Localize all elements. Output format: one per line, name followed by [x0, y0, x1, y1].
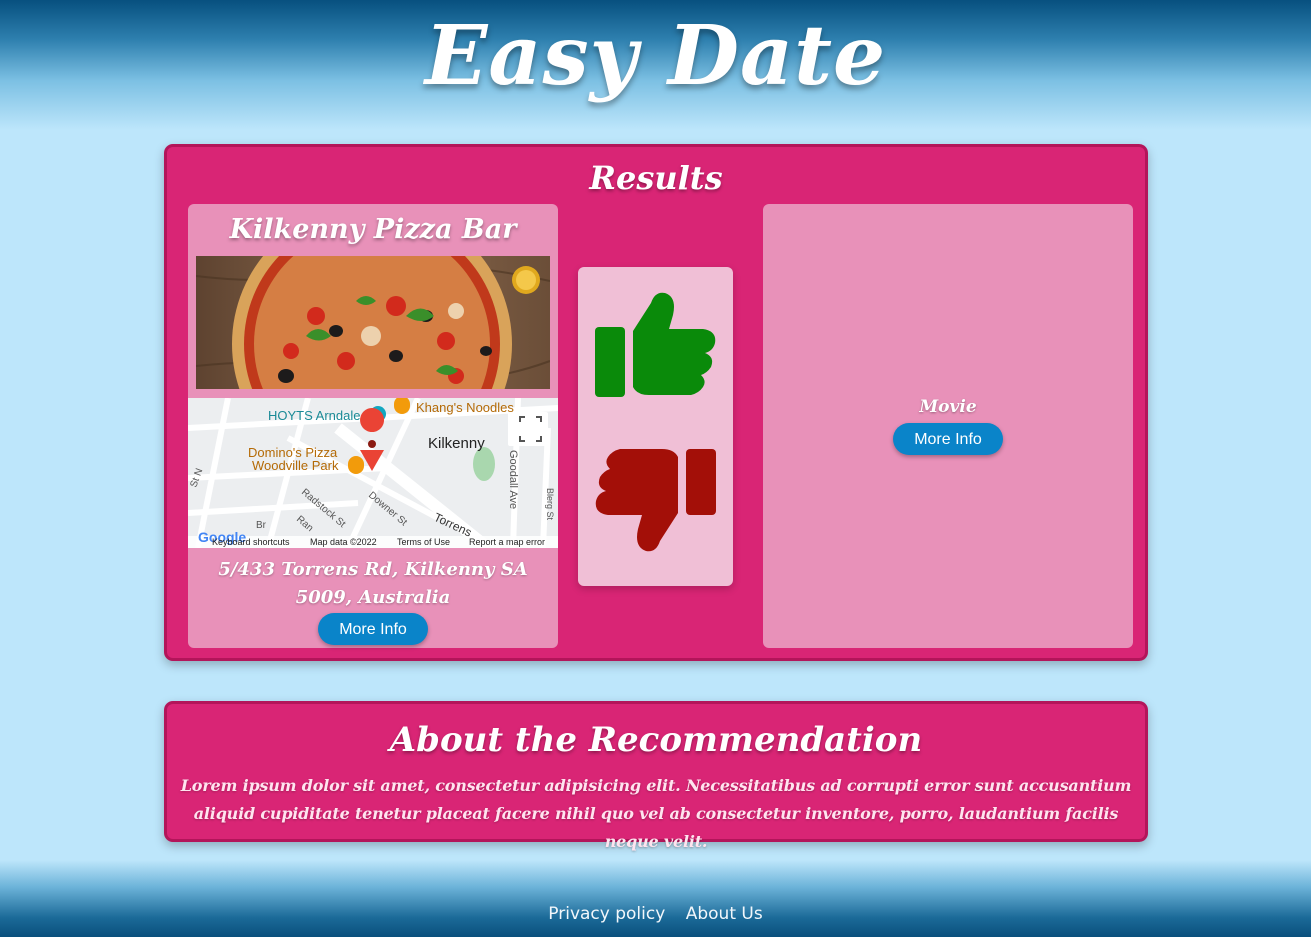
svg-text:Terms of Use: Terms of Use	[397, 537, 450, 547]
header: Easy Date	[0, 0, 1311, 130]
restaurant-address: 5/433 Torrens Rd, Kilkenny SA 5009, Aust…	[218, 559, 528, 608]
footer-links: Privacy policy About Us	[0, 904, 1311, 924]
movie-card: Movie More Info	[763, 204, 1133, 648]
location-map[interactable]: HOYTS Arndale Khang's Noodles Domino's P…	[188, 398, 558, 548]
vote-card	[578, 267, 733, 586]
about-panel: About the Recommendation Lorem ipsum dol…	[164, 701, 1148, 851]
svg-text:Br: Br	[256, 520, 267, 531]
svg-text:HOYTS Arndale: HOYTS Arndale	[268, 408, 361, 423]
footer: Privacy policy About Us	[0, 860, 1311, 937]
svg-text:Keyboard shortcuts: Keyboard shortcuts	[212, 537, 290, 547]
restaurant-more-info-button[interactable]: More Info	[318, 613, 428, 645]
about-text: Lorem ipsum dolor sit amet, consectetur …	[180, 776, 1132, 851]
movie-label: Movie	[919, 397, 977, 417]
svg-text:Khang's Noodles: Khang's Noodles	[416, 400, 514, 415]
svg-text:Blerg St: Blerg St	[545, 488, 555, 521]
svg-text:Kilkenny: Kilkenny	[428, 435, 485, 452]
movie-more-info-button[interactable]: More Info	[893, 423, 1003, 455]
results-title: Results	[589, 159, 723, 197]
thumbs-down-icon[interactable]	[593, 447, 718, 562]
svg-text:Report a map error: Report a map error	[469, 537, 545, 547]
results-panel: Results Kilkenny Pizza Bar HOYTS Arndale…	[164, 144, 1148, 661]
restaurant-name: Kilkenny Pizza Bar	[229, 214, 517, 245]
pizza-photo	[196, 256, 550, 389]
about-us-link[interactable]: About Us	[686, 904, 763, 924]
svg-text:Map data ©2022: Map data ©2022	[310, 537, 377, 547]
thumbs-up-icon[interactable]	[593, 289, 718, 404]
svg-text:Goodall Ave: Goodall Ave	[507, 450, 519, 509]
site-title: Easy Date	[424, 8, 887, 104]
about-title: About the Recommendation	[389, 720, 923, 760]
privacy-policy-link[interactable]: Privacy policy	[548, 904, 665, 924]
svg-text:Woodville Park: Woodville Park	[252, 458, 339, 473]
restaurant-card: Kilkenny Pizza Bar HOYTS Arndale Khang's…	[188, 204, 558, 648]
